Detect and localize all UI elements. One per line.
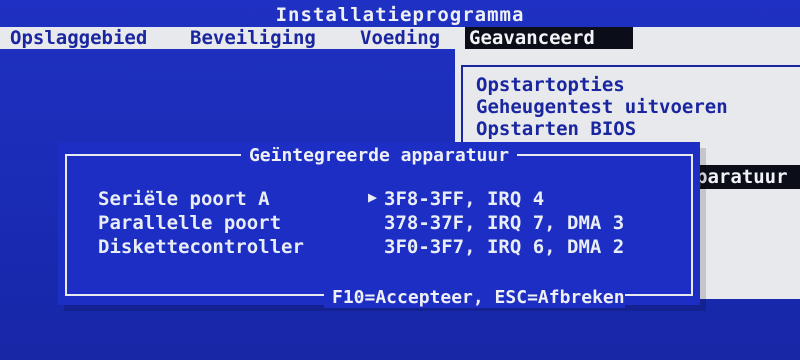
menu-opslaggebied[interactable]: Opslaggebied bbox=[6, 27, 151, 49]
setting-label: Seriële poort A bbox=[98, 188, 270, 210]
menu-bar: Opslaggebied Beveiliging Voeding Geavanc… bbox=[0, 27, 800, 49]
submenu-item-opstartopties[interactable]: Opstartopties bbox=[476, 74, 625, 96]
bios-screen: Installatieprogramma Opslaggebied Beveil… bbox=[0, 0, 800, 360]
dialog-footer-hint: F10=Accepteer, ESC=Afbreken bbox=[324, 287, 625, 308]
menu-beveiliging[interactable]: Beveiliging bbox=[186, 27, 320, 49]
menu-voeding[interactable]: Voeding bbox=[356, 27, 444, 49]
app-title: Installatieprogramma bbox=[275, 4, 525, 26]
submenu-item-opstarten-bios[interactable]: Opstarten BIOS bbox=[476, 118, 636, 140]
setting-value[interactable]: 378-37F, IRQ 7, DMA 3 bbox=[384, 212, 624, 234]
setting-label: Parallelle poort bbox=[98, 212, 282, 234]
setting-row-serial-port[interactable]: Seriële poort A ▶ 3F8-3FF, IRQ 4 bbox=[98, 188, 698, 212]
dialog-title: Geïntegreerde apparatuur bbox=[58, 145, 700, 166]
setting-row-diskette-controller[interactable]: Diskettecontroller 3F0-3F7, IRQ 6, DMA 2 bbox=[98, 236, 698, 260]
submenu-item-geheugentest[interactable]: Geheugentest uitvoeren bbox=[476, 96, 728, 118]
menu-geavanceerd[interactable]: Geavanceerd bbox=[465, 27, 633, 49]
submenu-item-integrated-devices-highlighted[interactable]: paratuur bbox=[690, 165, 800, 189]
setting-label: Diskettecontroller bbox=[98, 236, 304, 258]
setting-row-parallel-port[interactable]: Parallelle poort 378-37F, IRQ 7, DMA 3 bbox=[98, 212, 698, 236]
setting-value[interactable]: 3F0-3F7, IRQ 6, DMA 2 bbox=[384, 236, 624, 258]
setting-value[interactable]: 3F8-3FF, IRQ 4 bbox=[384, 188, 544, 210]
selection-cursor-icon: ▶ bbox=[368, 188, 378, 206]
